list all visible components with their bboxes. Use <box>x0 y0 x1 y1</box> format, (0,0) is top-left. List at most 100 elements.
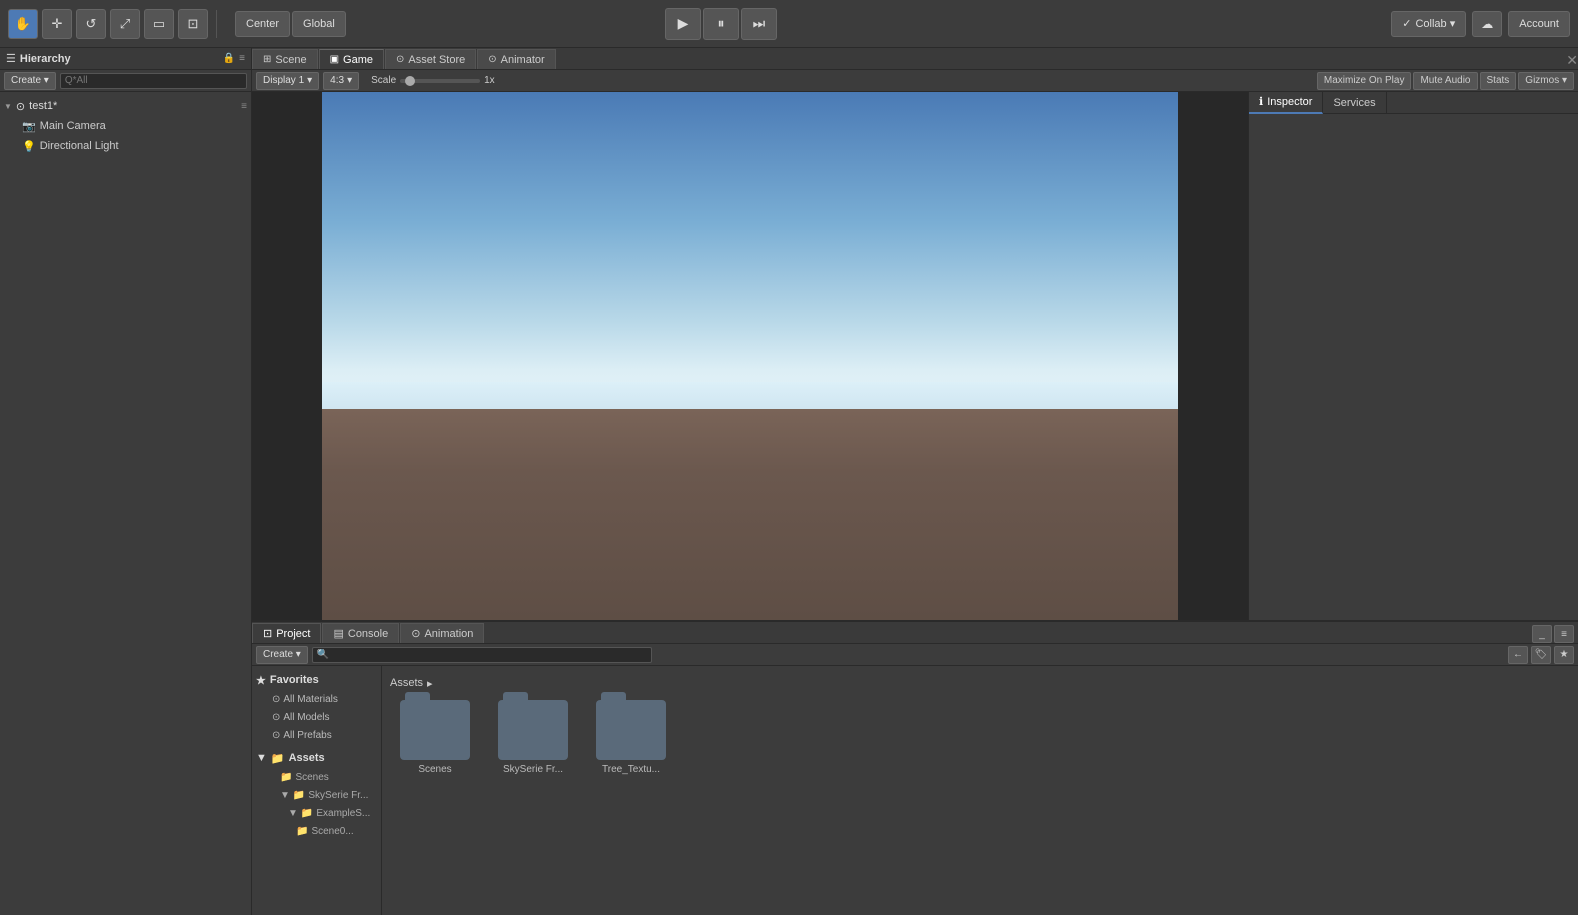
right-toolbar: ✓ Collab ▾ ☁ Account <box>1391 11 1570 37</box>
game-viewport[interactable] <box>252 92 1248 620</box>
hierarchy-menu-icon[interactable]: ≡ <box>239 53 245 64</box>
asset-item-skyserie[interactable]: SkySerie Fr... <box>488 700 578 775</box>
scene0-label: Scene0... <box>311 826 353 837</box>
center-and-right: ⊞ Scene ▣ Game ⊙ Asset Store ⊙ Animator … <box>252 48 1578 915</box>
tab-scene[interactable]: ⊞ Scene <box>252 49 318 69</box>
tree-item-all-models[interactable]: ⊙ All Models <box>252 708 381 726</box>
scene-icon: ⊙ <box>16 100 25 113</box>
services-label: Services <box>1333 97 1375 109</box>
inspector-tab[interactable]: ℹ Inspector <box>1249 92 1323 114</box>
tree-item-all-prefabs[interactable]: ⊙ All Prefabs <box>252 726 381 744</box>
tabs-close-button[interactable]: ✕ <box>1546 52 1578 69</box>
hierarchy-icon: ☰ <box>6 52 16 65</box>
gizmos-dropdown[interactable]: Gizmos ▾ <box>1518 72 1574 90</box>
project-tab-label: Project <box>276 628 310 640</box>
scale-tool-button[interactable]: ⤢ <box>110 9 140 39</box>
mute-audio-button[interactable]: Mute Audio <box>1413 72 1477 90</box>
tab-animation[interactable]: ⊙ Animation <box>400 623 484 643</box>
cloud-icon: ☁ <box>1481 17 1493 31</box>
hierarchy-scene-item[interactable]: ▼ ⊙ test1* ≡ <box>0 96 251 116</box>
assets-section-header[interactable]: ▼ 📁 Assets <box>252 748 381 768</box>
hierarchy-item-directional-light[interactable]: 💡 Directional Light <box>0 136 251 156</box>
play-button[interactable]: ▶ <box>665 8 701 40</box>
hierarchy-list-icon[interactable]: ≡ <box>241 101 247 112</box>
hand-tool-button[interactable]: ✋ <box>8 9 38 39</box>
tab-game[interactable]: ▣ Game <box>319 49 384 69</box>
bottom-panel-minimize[interactable]: _ <box>1532 625 1552 643</box>
skyserie-folder-icon: 📁 <box>293 790 305 801</box>
bottom-panel-menu[interactable]: ≡ <box>1554 625 1574 643</box>
project-search-input[interactable] <box>312 647 652 663</box>
tree-item-examples[interactable]: ▼ 📁 ExampleS... <box>252 804 381 822</box>
scenes-folder-icon: 📁 <box>280 772 292 783</box>
tree-item-scene0[interactable]: 📁 Scene0... <box>252 822 381 840</box>
project-star-button[interactable]: ★ <box>1554 646 1574 664</box>
stats-button[interactable]: Stats <box>1480 72 1517 90</box>
pause-button[interactable]: ⏸ <box>703 8 739 40</box>
project-create-dropdown[interactable]: Create ▾ <box>256 646 308 664</box>
collab-button[interactable]: ✓ Collab ▾ <box>1391 11 1466 37</box>
inspector-title: Inspector <box>1267 96 1312 108</box>
asset-grid: Scenes SkySerie Fr... Tree_Textu... <box>390 700 1570 775</box>
inspector-content <box>1249 114 1578 620</box>
gizmos-label: Gizmos ▾ <box>1525 75 1567 86</box>
tree-item-all-materials[interactable]: ⊙ All Materials <box>252 690 381 708</box>
account-button[interactable]: Account <box>1508 11 1570 37</box>
main-layout: ☰ Hierarchy 🔒 ≡ Create ▾ ▼ ⊙ test1* ≡ 📷 … <box>0 48 1578 915</box>
hierarchy-item-main-camera[interactable]: 📷 Main Camera <box>0 116 251 136</box>
hierarchy-search-input[interactable] <box>60 73 247 89</box>
tab-asset-store[interactable]: ⊙ Asset Store <box>385 49 476 69</box>
tab-animator[interactable]: ⊙ Animator <box>477 49 555 69</box>
animator-tab-label: Animator <box>501 54 545 66</box>
scale-label: Scale <box>371 75 396 86</box>
hierarchy-lock-icon[interactable]: 🔒 <box>223 53 235 64</box>
step-button[interactable]: ⏭ <box>741 8 777 40</box>
global-toggle-button[interactable]: Global <box>292 11 346 37</box>
tree-item-scenes[interactable]: 📁 Scenes <box>252 768 381 786</box>
display-dropdown[interactable]: Display 1 ▾ <box>256 72 319 90</box>
ratio-dropdown[interactable]: 4:3 ▾ <box>323 72 359 90</box>
project-tree: ★ Favorites ⊙ All Materials ⊙ All Models… <box>252 666 382 915</box>
game-view <box>322 92 1178 620</box>
pivot-toggle-group: Center Global <box>235 11 346 37</box>
assets-triangle-icon: ▼ <box>256 752 267 764</box>
maximize-on-play-label: Maximize On Play <box>1324 75 1405 86</box>
assets-label: Assets <box>289 752 325 764</box>
rect-tool-button[interactable]: ▭ <box>144 9 174 39</box>
transform-tool-button[interactable]: ⊡ <box>178 9 208 39</box>
center-toggle-button[interactable]: Center <box>235 11 290 37</box>
favorites-section-header[interactable]: ★ Favorites <box>252 670 381 690</box>
favorites-star-icon: ★ <box>256 674 266 687</box>
viewport-right-bar <box>1178 92 1248 620</box>
hierarchy-panel: ☰ Hierarchy 🔒 ≡ Create ▾ ▼ ⊙ test1* ≡ 📷 … <box>0 48 252 915</box>
bottom-tabs-bar: ⊡ Project ▤ Console ⊙ Animation _ ≡ <box>252 622 1578 644</box>
inspector-panel: ℹ Inspector Services <box>1248 92 1578 620</box>
tab-project[interactable]: ⊡ Project <box>252 623 321 643</box>
hierarchy-create-dropdown[interactable]: Create ▾ <box>4 72 56 90</box>
step-icon: ⏭ <box>753 15 766 32</box>
cloud-button[interactable]: ☁ <box>1472 11 1502 37</box>
editor-tabs-bar: ⊞ Scene ▣ Game ⊙ Asset Store ⊙ Animator … <box>252 48 1578 70</box>
top-toolbar: ✋ ✛ ↺ ⤢ ▭ ⊡ Center Global ▶ ⏸ ⏭ ✓ Collab… <box>0 0 1578 48</box>
asset-item-scenes[interactable]: Scenes <box>390 700 480 775</box>
tree-item-skyserie[interactable]: ▼ 📁 SkySerie Fr... <box>252 786 381 804</box>
viewport-left-bar <box>252 92 322 620</box>
project-tag-button[interactable]: 🏷 <box>1531 646 1551 664</box>
scale-thumb <box>405 76 415 86</box>
hierarchy-create-label: Create ▾ <box>11 75 49 86</box>
services-tab[interactable]: Services <box>1323 92 1386 114</box>
game-toolbar-right-buttons: Maximize On Play Mute Audio Stats Gizmos… <box>1317 72 1574 90</box>
rotate-tool-button[interactable]: ↺ <box>76 9 106 39</box>
project-right-buttons: ← 🏷 ★ <box>1508 646 1574 664</box>
scenes-asset-label: Scenes <box>418 764 451 775</box>
inspector-tabs: ℹ Inspector Services <box>1249 92 1578 114</box>
asset-item-tree-texture[interactable]: Tree_Textu... <box>586 700 676 775</box>
scale-slider[interactable] <box>400 79 480 83</box>
all-materials-label: All Materials <box>283 694 337 705</box>
skyserie-asset-label: SkySerie Fr... <box>503 764 563 775</box>
project-back-button[interactable]: ← <box>1508 646 1528 664</box>
move-tool-button[interactable]: ✛ <box>42 9 72 39</box>
maximize-on-play-button[interactable]: Maximize On Play <box>1317 72 1412 90</box>
tab-console[interactable]: ▤ Console <box>322 623 399 643</box>
all-models-icon: ⊙ <box>272 712 280 723</box>
